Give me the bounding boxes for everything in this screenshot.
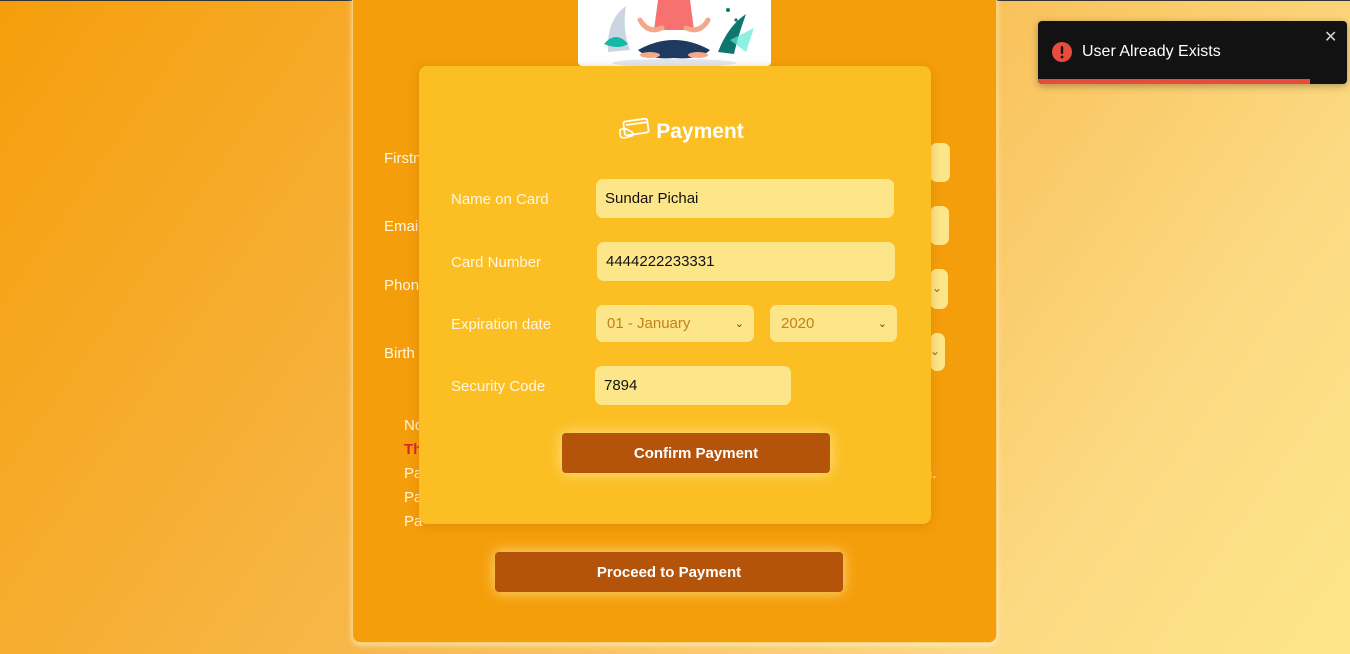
- name-on-card-input[interactable]: Sundar Pichai: [596, 179, 894, 218]
- chevron-down-icon: ⌄: [734, 317, 744, 330]
- expiration-year-value: 2020: [781, 315, 815, 332]
- birth-label: Birth: [384, 345, 415, 362]
- error-toast: User Already Exists ✕: [1038, 21, 1347, 84]
- chevron-down-icon: ⌄: [877, 317, 887, 330]
- expiration-year-select[interactable]: 2020 ⌄: [770, 305, 897, 342]
- payment-modal: Payment Name on Card Sundar Pichai Card …: [419, 66, 931, 524]
- email-input[interactable]: [930, 206, 949, 245]
- close-icon[interactable]: ✕: [1324, 27, 1337, 46]
- error-icon: [1052, 42, 1072, 66]
- name-on-card-label: Name on Card: [451, 191, 549, 208]
- card-number-label: Card Number: [451, 254, 542, 271]
- payment-title: Payment: [419, 117, 931, 146]
- security-code-label: Security Code: [451, 378, 546, 395]
- toast-progress-bar: [1038, 79, 1310, 84]
- confirm-payment-button[interactable]: Confirm Payment: [562, 433, 830, 473]
- phone-chevron-icon: ⌄: [932, 281, 943, 295]
- birth-chevron-icon: ⌄: [930, 344, 941, 358]
- firstname-label: Firstn: [384, 150, 422, 167]
- firstname-input[interactable]: [930, 143, 950, 182]
- credit-card-icon: [606, 117, 652, 146]
- expiration-date-label: Expiration date: [451, 316, 552, 333]
- expiration-month-value: 01 - January: [607, 315, 691, 332]
- email-label: Email: [384, 218, 422, 235]
- toast-message: User Already Exists: [1082, 43, 1221, 60]
- card-number-input[interactable]: 4444222233331: [597, 242, 895, 281]
- expiration-month-select[interactable]: 01 - January ⌄: [596, 305, 754, 342]
- phone-label: Phon: [384, 277, 420, 294]
- security-code-input[interactable]: 7894: [595, 366, 791, 405]
- payment-title-text: Payment: [656, 120, 744, 143]
- yoga-illustration: [578, 0, 771, 66]
- proceed-to-payment-button[interactable]: Proceed to Payment: [495, 552, 843, 592]
